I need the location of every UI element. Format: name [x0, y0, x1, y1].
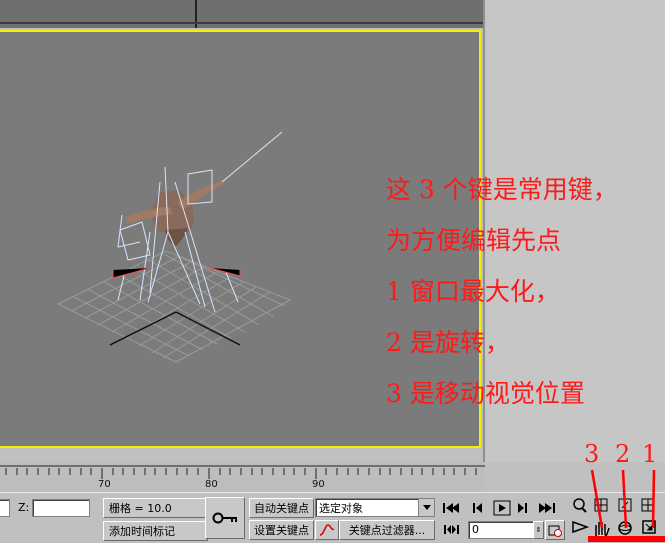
annotation-text: 这 3 个键是常用键， 为方便编辑先点 1 窗口最大化， 2 是旋转， 3 是移… [386, 164, 618, 419]
grid-spacing-display: 栅格 = 10.0 [103, 498, 208, 518]
nav-number-pan: 3 [584, 440, 600, 468]
viewport-divider-horizontal [0, 22, 483, 24]
x-coordinate-field[interactable] [0, 499, 10, 517]
curve-icon [319, 524, 335, 536]
next-frame-icon [518, 503, 527, 513]
annotation-line: 这 3 个键是常用键， [386, 175, 618, 204]
time-configuration-button[interactable] [545, 520, 565, 540]
set-key-mode-button[interactable]: 设置关键点 [249, 520, 314, 540]
key-filter-label: 关键点过滤器... [348, 524, 426, 537]
grid-label: 栅格 = 10.0 [109, 502, 172, 515]
ruler-ticks [0, 465, 485, 479]
go-to-end-icon [539, 503, 555, 513]
biped-wireframe [117, 131, 283, 313]
z-coordinate-field[interactable] [32, 499, 90, 517]
tick-label: 90 [312, 479, 325, 490]
time-ruler[interactable]: 70 80 90 [0, 462, 485, 492]
selection-set-dropdown[interactable]: 选定对象 [315, 498, 435, 517]
key-filters-button[interactable]: 关键点过滤器... [339, 520, 435, 540]
grid-axes [109, 311, 241, 346]
annotation-line: 1 窗口最大化， [386, 277, 560, 306]
tick-label: 70 [98, 479, 111, 490]
playback-controls[interactable] [440, 499, 562, 517]
annotation-pointer-lines [588, 469, 665, 542]
character-model [125, 180, 224, 246]
time-config-icon [548, 525, 562, 537]
play-icon [493, 500, 511, 516]
key-icon [212, 512, 237, 524]
frame-value: 0 [472, 523, 479, 536]
annotation-line: 2 是旋转， [386, 328, 510, 357]
home-grid [56, 250, 292, 363]
annotation-line: 3 是移动视觉位置 [386, 379, 585, 408]
previous-frame-icon [473, 503, 482, 513]
spinner-arrows-icon: ⇕ [535, 526, 542, 534]
go-to-start-icon [443, 503, 459, 513]
status-bar: Z: 栅格 = 10.0 添加时间标记 自动关键点 设置关键点 选定对象 关键点… [0, 492, 665, 543]
nav-number-maximize: 1 [642, 440, 658, 468]
annotation-line: 为方便编辑先点 [386, 226, 562, 255]
add-time-tag-button[interactable]: 添加时间标记 [103, 521, 208, 541]
selection-set-value: 选定对象 [319, 502, 363, 515]
z-label: Z: [18, 501, 30, 514]
chevron-down-icon[interactable] [418, 499, 434, 516]
frame-spinner[interactable]: ⇕ [533, 521, 544, 539]
top-viewport-strip [0, 0, 483, 28]
add-time-tag-label: 添加时间标记 [109, 525, 175, 538]
nav-number-orbit: 2 [615, 440, 631, 468]
auto-key-label: 自动关键点 [254, 502, 309, 515]
key-mode-toggle-icon[interactable] [442, 521, 466, 537]
current-frame-field[interactable]: 0 [468, 521, 534, 539]
set-key-button[interactable] [205, 497, 245, 539]
curve-editor-button[interactable] [315, 520, 339, 540]
tick-label: 80 [205, 479, 218, 490]
auto-key-button[interactable]: 自动关键点 [249, 498, 314, 518]
set-key-label: 设置关键点 [254, 524, 309, 537]
